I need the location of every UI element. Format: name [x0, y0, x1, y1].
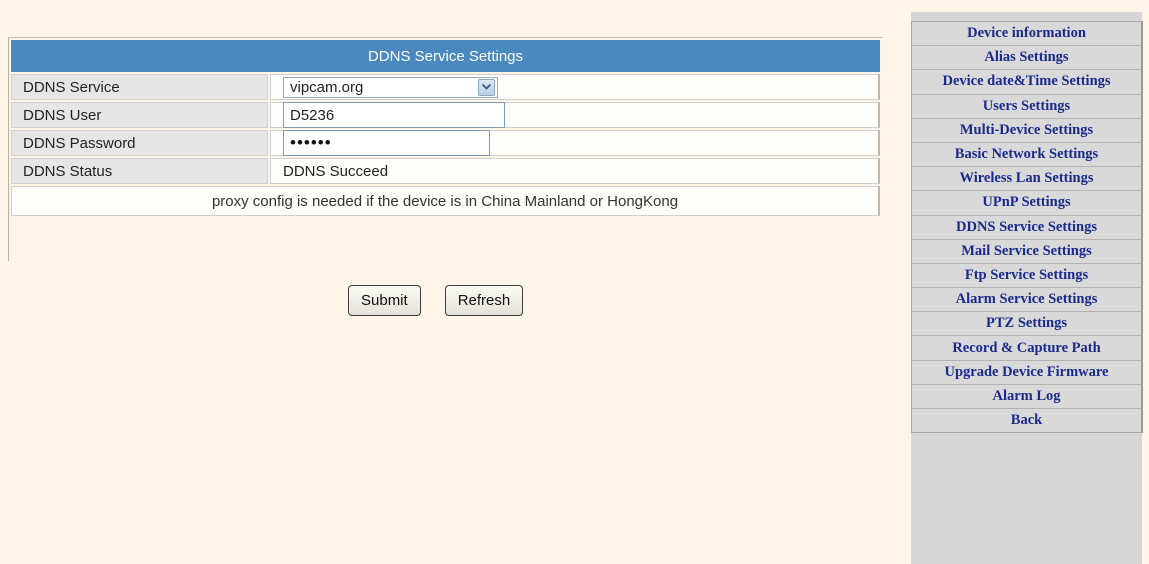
- menu-item-mail-service-settings[interactable]: Mail Service Settings: [912, 240, 1141, 264]
- menu-item-ptz-settings[interactable]: PTZ Settings: [912, 312, 1141, 337]
- menu-item-ftp-service-settings[interactable]: Ftp Service Settings: [912, 264, 1141, 289]
- menu-item-alarm-log[interactable]: Alarm Log: [912, 385, 1141, 409]
- refresh-button[interactable]: Refresh: [444, 285, 524, 316]
- menu-item-back[interactable]: Back: [912, 409, 1141, 432]
- ddns-service-selected-value: vipcam.org: [290, 78, 364, 96]
- menu-item-record-capture-path[interactable]: Record & Capture Path: [912, 336, 1141, 361]
- ddns-service-select[interactable]: vipcam.org: [283, 76, 498, 98]
- form-buttons: Submit Refresh: [348, 285, 524, 316]
- proxy-note: proxy config is needed if the device is …: [11, 186, 880, 216]
- ddns-user-label: DDNS User: [11, 102, 268, 128]
- menu-item-device-information[interactable]: Device information: [912, 22, 1141, 47]
- ddns-status-label: DDNS Status: [11, 158, 268, 184]
- ddns-password-label: DDNS Password: [11, 130, 268, 156]
- menu-item-basic-network-settings[interactable]: Basic Network Settings: [912, 143, 1141, 168]
- ddns-password-cell: ••••••: [270, 130, 880, 156]
- password-mask: ••••••: [290, 133, 332, 152]
- panel-title: DDNS Service Settings: [11, 40, 880, 72]
- ddns-status-row: DDNS Status DDNS Succeed: [11, 158, 880, 184]
- menu-item-upnp-settings[interactable]: UPnP Settings: [912, 191, 1141, 216]
- ddns-password-row: DDNS Password ••••••: [11, 130, 880, 156]
- ddns-status-value: DDNS Succeed: [270, 158, 880, 184]
- ddns-user-input[interactable]: [283, 102, 505, 128]
- submit-button[interactable]: Submit: [348, 285, 421, 316]
- settings-side-menu: Device information Alias Settings Device…: [911, 12, 1143, 564]
- menu-item-alarm-service-settings[interactable]: Alarm Service Settings: [912, 288, 1141, 313]
- menu-item-wireless-lan-settings[interactable]: Wireless Lan Settings: [912, 167, 1141, 192]
- ddns-user-cell: [270, 102, 880, 128]
- menu-item-users-settings[interactable]: Users Settings: [912, 95, 1141, 119]
- chevron-down-icon[interactable]: [478, 78, 495, 96]
- ddns-service-cell: vipcam.org: [270, 74, 880, 100]
- menu-item-multi-device-settings[interactable]: Multi-Device Settings: [912, 119, 1141, 143]
- menu-item-upgrade-device-firmware[interactable]: Upgrade Device Firmware: [912, 361, 1141, 385]
- ddns-service-row: DDNS Service vipcam.org: [11, 74, 880, 100]
- ddns-user-row: DDNS User: [11, 102, 880, 128]
- ddns-service-label: DDNS Service: [11, 74, 268, 100]
- menu-item-alias-settings[interactable]: Alias Settings: [912, 46, 1141, 71]
- menu-item-device-datetime-settings[interactable]: Device date&Time Settings: [912, 70, 1141, 95]
- ddns-password-input[interactable]: ••••••: [283, 130, 490, 156]
- menu-item-ddns-service-settings[interactable]: DDNS Service Settings: [912, 216, 1141, 240]
- ddns-settings-panel: DDNS Service Settings DDNS Service vipca…: [8, 37, 883, 216]
- menu-list: Device information Alias Settings Device…: [911, 21, 1143, 434]
